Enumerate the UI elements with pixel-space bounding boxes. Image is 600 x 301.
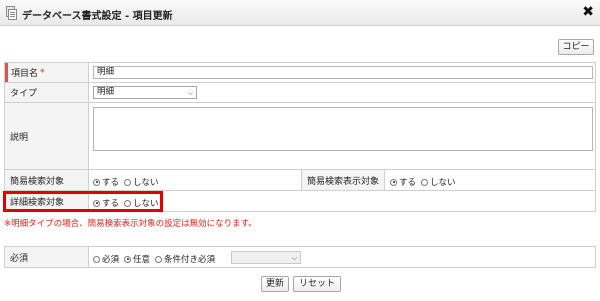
item-name-input[interactable]: 明細 — [93, 66, 593, 79]
chevron-down-icon: ⌵ — [291, 254, 297, 262]
item-name-label: 項目名 * — [5, 63, 89, 82]
update-button[interactable]: 更新 — [261, 276, 289, 292]
simple-search-display-radios: する しない — [390, 176, 456, 188]
description-label: 説明 — [5, 103, 89, 169]
condition-select[interactable]: ⌵ — [231, 251, 301, 264]
simple-search-no-radio[interactable]: しない — [124, 176, 159, 188]
type-select[interactable]: 明細 ⌵ — [93, 86, 197, 99]
chevron-down-icon: ⌵ — [187, 89, 193, 97]
simple-search-display-label: 簡易検索表示対象 — [301, 170, 385, 190]
type-row: タイプ 明細 ⌵ — [4, 83, 596, 103]
description-textarea[interactable] — [93, 107, 593, 151]
simple-search-yes-radio[interactable]: する — [93, 176, 119, 188]
item-name-row: 項目名 * 明細 — [4, 62, 596, 83]
detail-search-yes-radio[interactable]: する — [93, 197, 119, 209]
radio-unchecked-icon — [124, 178, 132, 186]
simple-search-radios: する しない — [93, 176, 159, 188]
detail-search-radios: する しない — [93, 197, 159, 209]
required-asterisk: * — [40, 67, 45, 78]
detail-search-no-radio[interactable]: しない — [124, 197, 159, 209]
radio-unchecked-icon — [421, 178, 429, 186]
simple-search-display-no-radio[interactable]: しない — [421, 176, 456, 188]
detail-search-row: 詳細検索対象 する しない — [4, 191, 596, 212]
radio-checked-icon — [124, 255, 132, 263]
simple-search-display-yes-radio[interactable]: する — [390, 176, 416, 188]
reset-button[interactable]: リセット — [293, 276, 341, 292]
required-mandatory-radio[interactable]: 必須 — [93, 253, 119, 265]
radio-checked-icon — [93, 199, 100, 207]
required-label: 必須 — [5, 247, 89, 267]
title-bar: データベース書式設定 - 項目更新 ✖ — [0, 0, 600, 26]
type-select-value: 明細 — [97, 87, 115, 97]
radio-unchecked-icon — [124, 199, 132, 207]
radio-unchecked-icon — [155, 255, 163, 263]
required-radios: 必須 任意 条件付き必須 — [93, 253, 215, 265]
required-conditional-radio[interactable]: 条件付き必須 — [155, 253, 215, 265]
window-title: データベース書式設定 - 項目更新 — [22, 11, 173, 22]
copy-button[interactable]: コピー — [558, 39, 594, 55]
required-row: 必須 必須 任意 条件付き必須 ⌵ — [4, 246, 596, 268]
simple-search-row: 簡易検索対象 する しない 簡易検索表示対象 する しない — [4, 170, 596, 191]
required-optional-radio[interactable]: 任意 — [124, 253, 150, 265]
detail-search-label: 詳細検索対象 — [5, 191, 89, 211]
type-label: タイプ — [5, 83, 89, 102]
description-row: 説明 — [4, 103, 596, 170]
warning-text: ※明細タイプの場合、簡易検索表示対象の設定は無効になります。 — [4, 219, 257, 229]
radio-checked-icon — [390, 178, 397, 186]
radio-checked-icon — [93, 178, 100, 186]
database-icon — [6, 6, 17, 20]
close-icon[interactable]: ✖ — [582, 4, 594, 20]
simple-search-label: 簡易検索対象 — [5, 170, 89, 190]
radio-unchecked-icon — [93, 255, 100, 263]
